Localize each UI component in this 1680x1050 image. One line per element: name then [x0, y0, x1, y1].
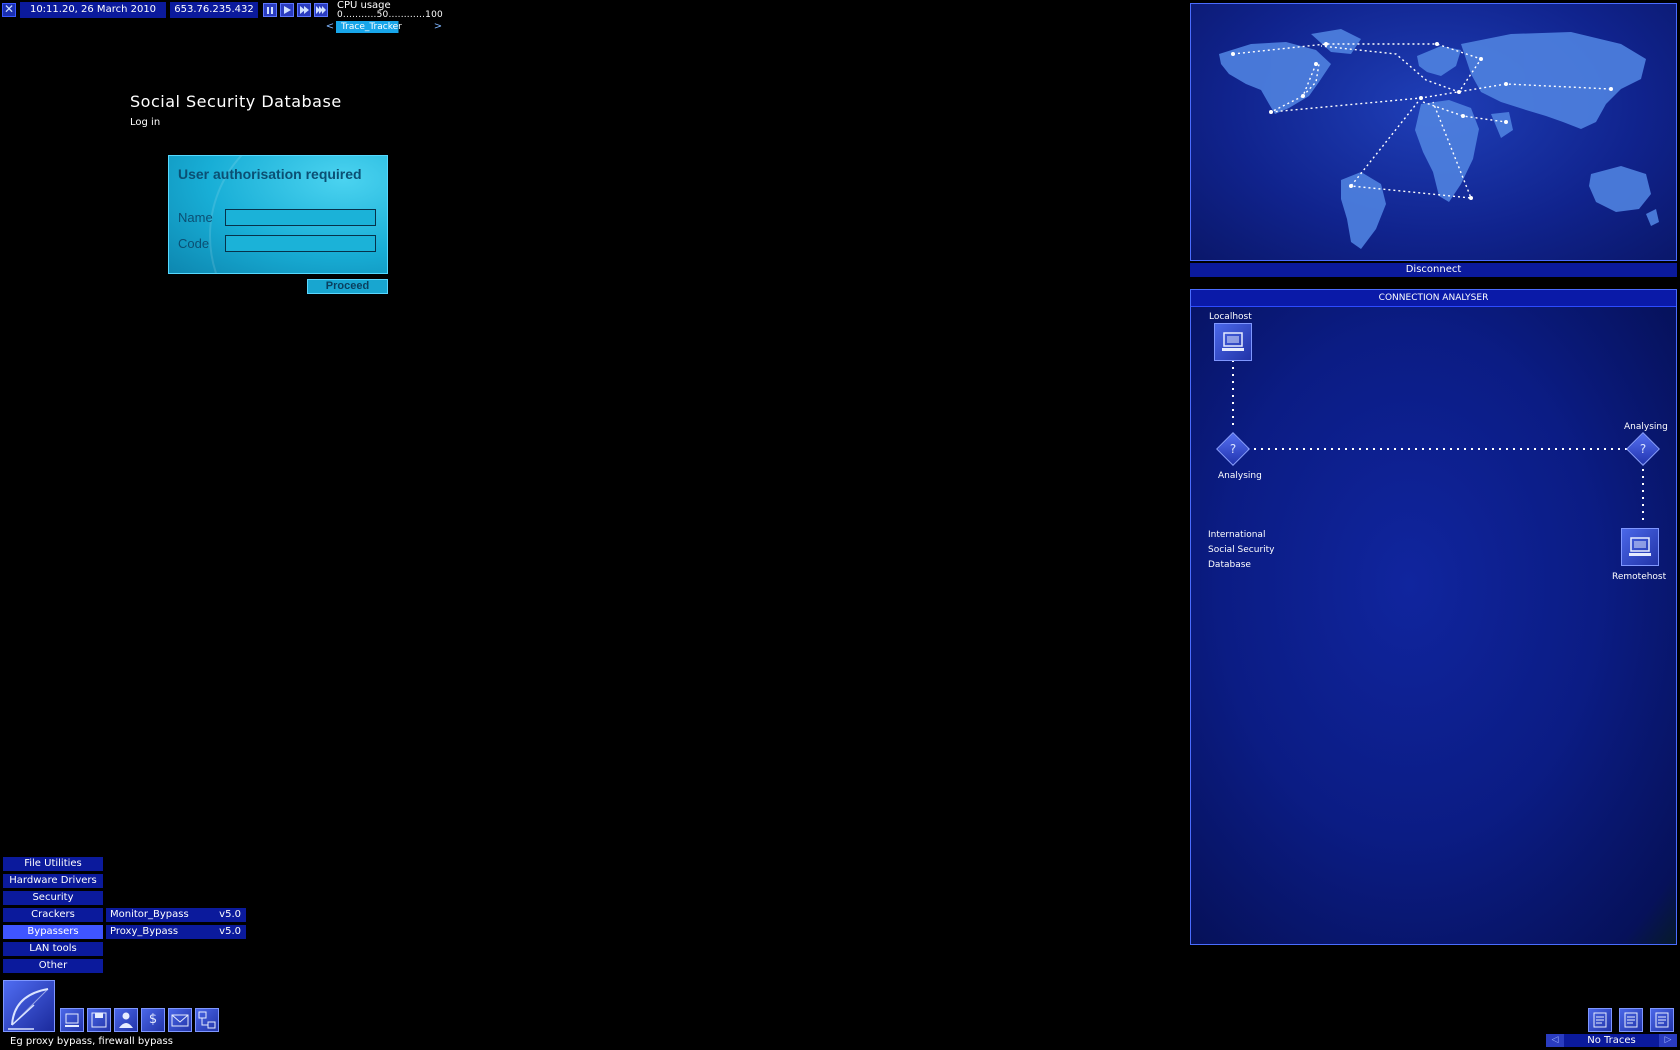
program-name: Monitor_Bypass	[110, 909, 189, 920]
name-label: Name	[178, 210, 213, 225]
traces-left-button[interactable]: ◁	[1546, 1034, 1564, 1047]
close-button[interactable]: ✕	[2, 3, 16, 17]
trace-tracker-program[interactable]: Trace_Tracker	[336, 21, 432, 33]
menu-hardware-drivers[interactable]: Hardware Drivers	[3, 874, 103, 888]
close-icon: ✕	[3, 2, 15, 16]
email-button[interactable]	[168, 1008, 192, 1032]
play-icon	[284, 6, 291, 14]
disk-icon	[91, 1012, 107, 1028]
menu-bypassers[interactable]: Bypassers	[3, 925, 103, 939]
cpu-usage-scale: 0...........50............100	[337, 10, 443, 20]
proceed-button[interactable]: Proceed	[307, 279, 388, 294]
trace-next-button[interactable]: >	[433, 21, 443, 33]
running-program-bar: < Trace_Tracker >	[325, 21, 445, 33]
status-button[interactable]	[114, 1008, 138, 1032]
trace-prev-button[interactable]: <	[325, 21, 335, 33]
pause-icon	[267, 7, 273, 14]
program-name: Proxy_Bypass	[110, 926, 179, 937]
ip-display: 653.76.235.432	[170, 2, 258, 18]
program-version: v5.0	[219, 909, 241, 920]
menu-security[interactable]: Security	[3, 891, 103, 905]
target-name-line2: Social Security	[1208, 545, 1275, 555]
software-menu-button[interactable]	[3, 980, 55, 1032]
satellite-dish-icon	[8, 988, 49, 1030]
unknown-icon: ?	[1229, 442, 1237, 456]
log-button-2[interactable]	[1619, 1008, 1643, 1032]
document-icon	[1624, 1012, 1638, 1028]
computer-icon	[1629, 537, 1651, 556]
localhost-label: Localhost	[1209, 312, 1252, 322]
play-button[interactable]	[280, 3, 294, 17]
page-subtitle: Log in	[130, 117, 161, 128]
log-button-3[interactable]	[1650, 1008, 1674, 1032]
computer-button[interactable]	[60, 1008, 84, 1032]
connection-analyser-panel: CONNECTION ANALYSER Localhost ? Analysin…	[1190, 289, 1677, 945]
dollar-icon: $	[148, 1012, 158, 1027]
megafast-icon	[316, 6, 326, 14]
remotehost-label: Remotehost	[1612, 572, 1667, 582]
code-field[interactable]	[225, 235, 376, 252]
menu-file-utilities[interactable]: File Utilities	[3, 857, 103, 871]
datetime-display: 10:11.20, 26 March 2010	[20, 2, 166, 18]
computer-icon	[65, 1013, 79, 1027]
computer-icon	[1222, 332, 1244, 351]
program-version: v5.0	[219, 926, 241, 937]
network-icon	[198, 1011, 216, 1029]
menu-other[interactable]: Other	[3, 959, 103, 973]
analyser-links	[1232, 360, 1644, 522]
person-icon	[119, 1012, 133, 1028]
traces-bar: ◁ No Traces ▷	[1546, 1034, 1677, 1047]
login-dialog: User authorisation required Name Code	[168, 155, 388, 274]
page-title: Social Security Database	[130, 92, 342, 111]
menu-lan-tools[interactable]: LAN tools	[3, 942, 103, 956]
document-icon	[1593, 1012, 1607, 1028]
traces-status: No Traces	[1587, 1035, 1636, 1046]
target-name-line3: Database	[1208, 560, 1251, 570]
submenu-proxy-bypass[interactable]: Proxy_Bypass v5.0	[106, 925, 246, 939]
traces-right-button[interactable]: ▷	[1659, 1034, 1677, 1047]
world-map-graphic	[1219, 29, 1659, 249]
tooltip-hint: Eg proxy bypass, firewall bypass	[10, 1036, 173, 1047]
localhost-node[interactable]	[1214, 323, 1252, 361]
finance-button[interactable]: $	[141, 1008, 165, 1032]
submenu-monitor-bypass[interactable]: Monitor_Bypass v5.0	[106, 908, 246, 922]
document-icon	[1655, 1012, 1669, 1028]
unknown-icon: ?	[1639, 442, 1647, 456]
memory-button[interactable]	[87, 1008, 111, 1032]
log-button-1[interactable]	[1588, 1008, 1612, 1032]
disconnect-button[interactable]: Disconnect	[1190, 263, 1677, 277]
world-map[interactable]	[1190, 3, 1677, 261]
login-title: User authorisation required	[178, 166, 362, 182]
analysing-label-left: Analysing	[1218, 471, 1262, 481]
name-field[interactable]	[225, 209, 376, 226]
code-label: Code	[178, 236, 210, 251]
fast-forward-icon	[300, 6, 309, 14]
target-name-line1: International	[1208, 530, 1266, 540]
network-button[interactable]	[195, 1008, 219, 1032]
menu-crackers[interactable]: Crackers	[3, 908, 103, 922]
fast-forward-button[interactable]	[297, 3, 311, 17]
mail-icon	[171, 1014, 189, 1027]
megafast-button[interactable]	[314, 3, 328, 17]
remotehost-node[interactable]	[1621, 528, 1659, 566]
pause-button[interactable]	[263, 3, 277, 17]
analysing-label-right: Analysing	[1624, 422, 1668, 432]
